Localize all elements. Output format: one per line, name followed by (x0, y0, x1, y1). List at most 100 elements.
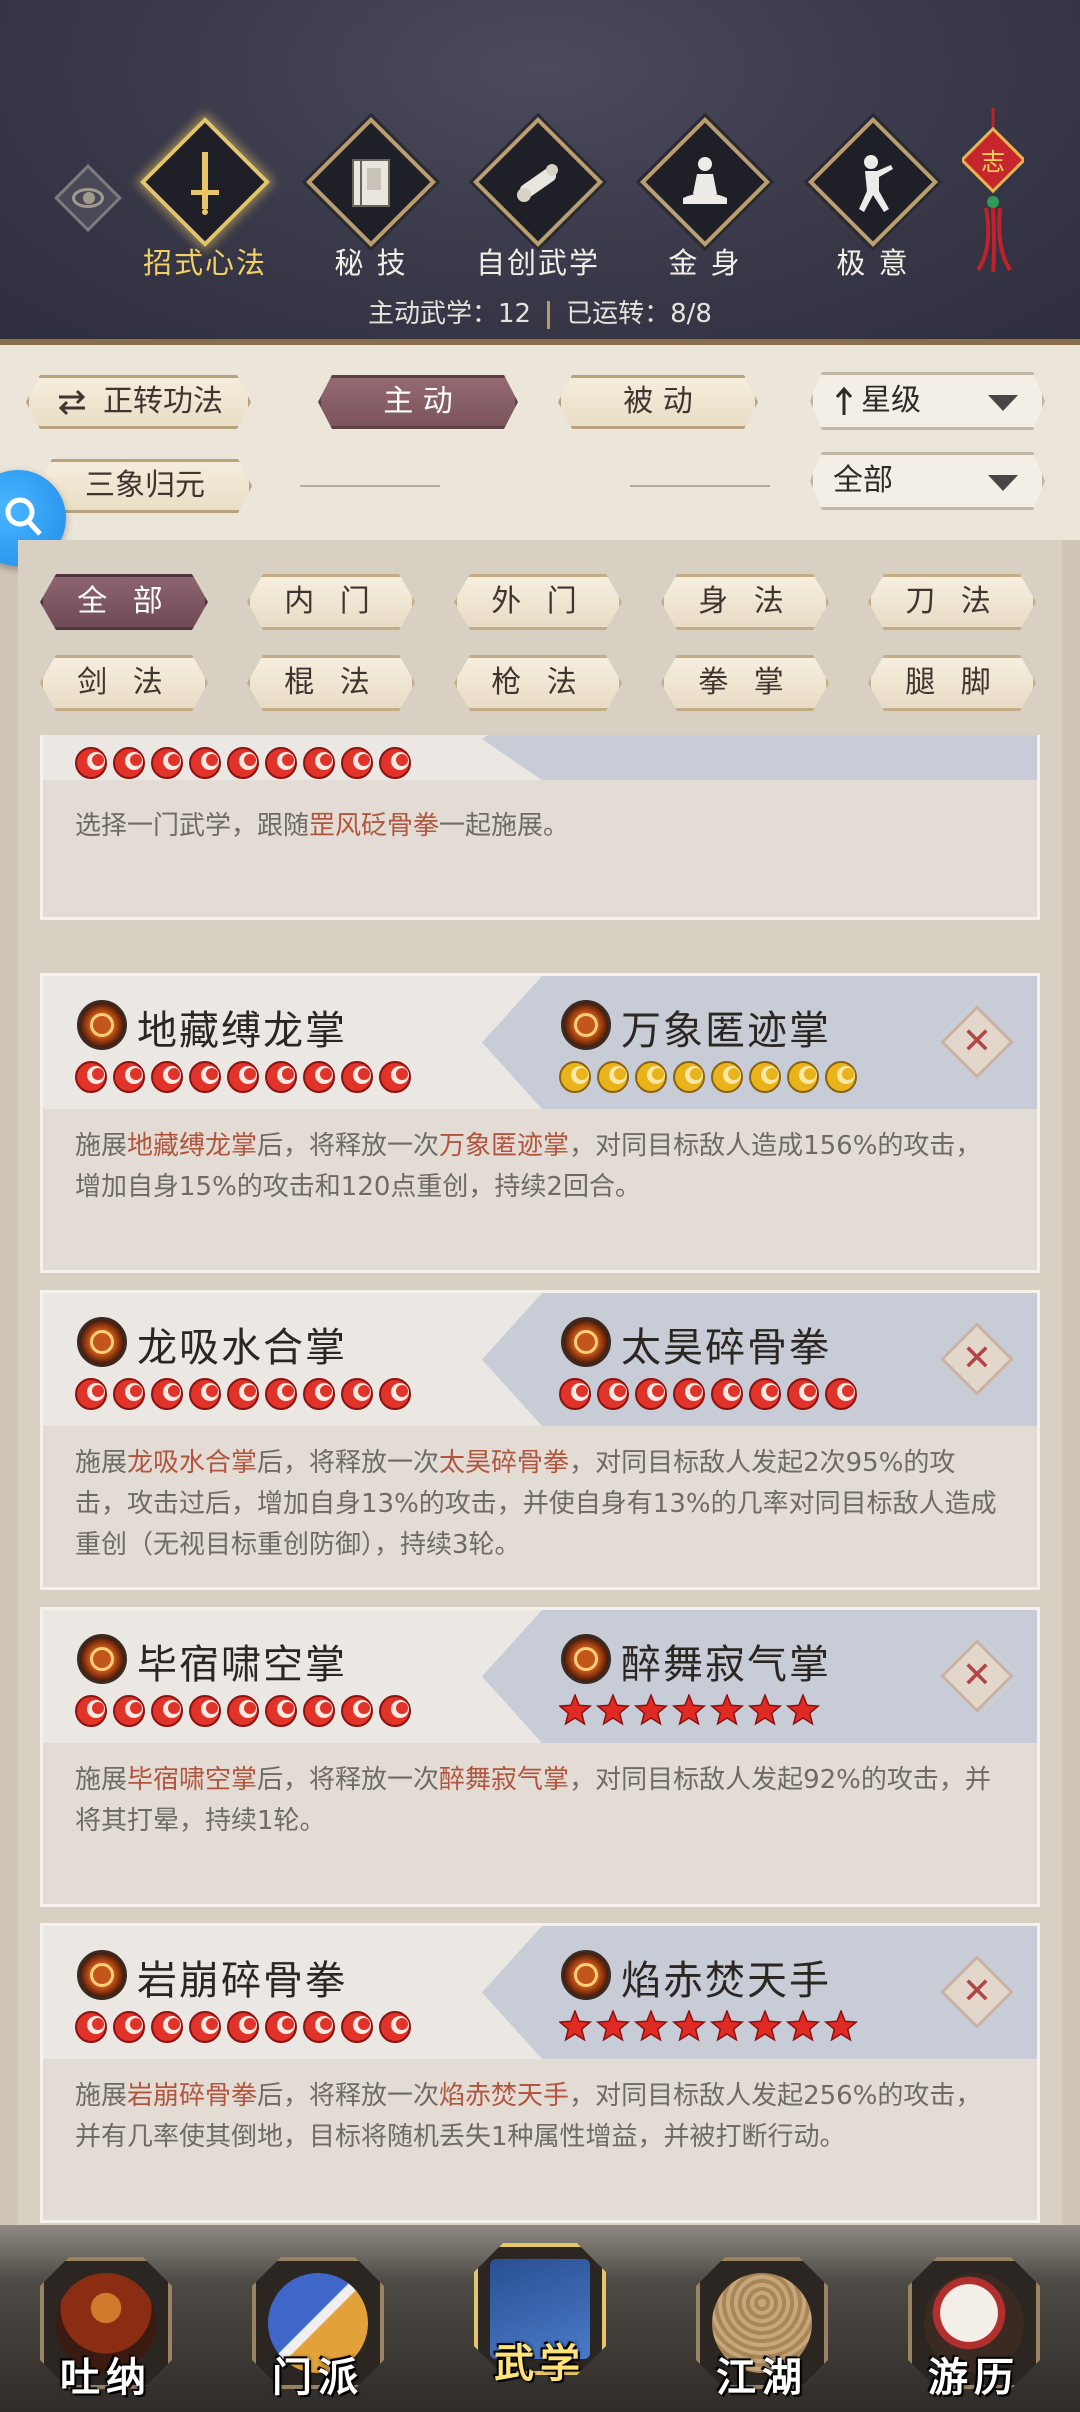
nav-label: 门派 (272, 2355, 364, 2401)
chinese-knot-icon[interactable]: 志 (962, 108, 1024, 278)
divider (630, 485, 770, 487)
combo-description: 施展地藏缚龙掌后，将释放一次万象匿迹掌，对同目标敌人造成156%的攻击，增加自身… (75, 1126, 997, 1208)
chevron-down-icon (988, 395, 1018, 411)
sort-dropdown[interactable]: 星级 (810, 372, 1045, 430)
fire-rating (75, 1378, 411, 1410)
fire-icon (379, 2011, 411, 2043)
star-icon (671, 2010, 707, 2042)
fire-icon (303, 1695, 335, 1727)
fire-icon (635, 1378, 667, 1410)
mode-passive-tab[interactable]: 被 动 (558, 375, 758, 429)
star-icon (823, 2010, 859, 2042)
fire-icon (379, 1695, 411, 1727)
category-movement[interactable]: 身 法 (661, 574, 829, 630)
tab-label: 金 身 (668, 246, 742, 280)
description-text: 后，将释放一次 (257, 1765, 440, 1795)
skill-name-highlight: 罡风砭骨拳 (309, 811, 440, 841)
eye-toggle-button[interactable] (54, 164, 122, 232)
nav-jianghu[interactable]: 江湖 (696, 2247, 828, 2401)
category-panel: 全 部 内 门 外 门 身 法 刀 法 剑 法 棍 法 枪 法 拳 掌 腿 脚 (18, 540, 1062, 735)
skill-combo-card: 岩崩碎骨拳 焰赤焚天手 ✕ 施展岩崩碎骨拳后，将释放一次焰赤焚天手，对同目标敌人… (40, 1923, 1040, 2223)
close-icon: ✕ (961, 1338, 993, 1379)
tab-self-created[interactable]: 自创武学 (470, 116, 606, 280)
nav-travel[interactable]: 游历 (908, 2247, 1040, 2401)
svg-text:志: 志 (981, 148, 1005, 176)
skill-name-highlight: 龙吸水合掌 (127, 1448, 258, 1478)
description-text: 后，将释放一次 (257, 1131, 440, 1161)
fire-icon (113, 2011, 145, 2043)
fire-icon (227, 1061, 259, 1093)
category-fist-palm[interactable]: 拳 掌 (661, 655, 829, 711)
sword-icon (191, 152, 219, 215)
tab-label: 秘 技 (334, 246, 408, 280)
fire-icon (303, 1378, 335, 1410)
nav-label: 游历 (928, 2355, 1020, 2401)
remove-combo-button[interactable]: ✕ (940, 1955, 1014, 2029)
tab-secret-skills[interactable]: 秘 技 (303, 116, 439, 280)
left-skill-name: 岩崩碎骨拳 (137, 1958, 347, 2004)
skill-name-highlight: 岩崩碎骨拳 (127, 2081, 258, 2111)
sort-label: 星级 (861, 383, 921, 418)
remove-combo-button[interactable]: ✕ (940, 1005, 1014, 1079)
skill-combo-list[interactable]: 选择一门武学，跟随罡风砭骨拳一起施展。 地藏缚龙掌 万象匿迹掌 ✕ 施展地藏缚龙… (18, 735, 1062, 2225)
category-outer[interactable]: 外 门 (454, 574, 622, 630)
category-saber[interactable]: 刀 法 (868, 574, 1036, 630)
nav-sect[interactable]: 门派 (252, 2247, 384, 2401)
fire-rating (559, 1378, 857, 1410)
remove-combo-button[interactable]: ✕ (940, 1639, 1014, 1713)
scope-dropdown[interactable]: 全部 (810, 452, 1045, 510)
skill-medal-icon (77, 1317, 127, 1367)
tab-moves-heart-method[interactable]: 招式心法 (137, 116, 273, 280)
fire-rating (75, 747, 411, 779)
category-inner[interactable]: 内 门 (247, 574, 415, 630)
description-text: 选择一门武学，跟随 (75, 811, 310, 841)
skill-medal-icon (561, 1950, 611, 2000)
fire-icon (75, 1061, 107, 1093)
combo-description: 施展岩崩碎骨拳后，将释放一次焰赤焚天手，对同目标敌人发起256%的攻击，并有几率… (75, 2076, 997, 2158)
fire-icon (113, 747, 145, 779)
description-text: 施展 (75, 2081, 128, 2111)
close-icon: ✕ (961, 1021, 993, 1062)
swap-arrows-icon (55, 388, 89, 416)
active-skill-count: 主动武学：12 (368, 299, 532, 329)
tab-ultimate-intent[interactable]: 极 意 (805, 116, 941, 280)
meditation-icon (683, 157, 727, 204)
category-all[interactable]: 全 部 (40, 574, 208, 630)
tab-label: 极 意 (836, 246, 910, 280)
search-icon (5, 497, 42, 536)
fire-icon (227, 1695, 259, 1727)
rotate-method-button[interactable]: 正转功法 (26, 375, 251, 429)
nav-martial-arts[interactable]: 武学 (474, 2233, 606, 2387)
description-text: 一起施展。 (439, 811, 570, 841)
right-skill-name: 万象匿迹掌 (621, 1008, 831, 1054)
skill-name-highlight: 万象匿迹掌 (439, 1131, 570, 1161)
fire-icon (265, 1061, 297, 1093)
combo-button[interactable]: 三象归元 (38, 459, 252, 513)
remove-combo-button[interactable]: ✕ (940, 1322, 1014, 1396)
book-icon (352, 159, 390, 207)
star-icon (633, 1694, 669, 1726)
skill-combo-card: 毕宿啸空掌 醉舞寂气掌 ✕ 施展毕宿啸空掌后，将释放一次醉舞寂气掌，对同目标敌人… (40, 1607, 1040, 1907)
description-text: 后，将释放一次 (257, 1448, 440, 1478)
category-sword[interactable]: 剑 法 (40, 655, 208, 711)
star-icon (747, 2010, 783, 2042)
category-legs[interactable]: 腿 脚 (868, 655, 1036, 711)
skill-name-highlight: 毕宿啸空掌 (127, 1765, 258, 1795)
tab-golden-body[interactable]: 金 身 (637, 116, 773, 280)
star-icon (785, 2010, 821, 2042)
fire-icon (711, 1378, 743, 1410)
skill-combo-card: 选择一门武学，跟随罡风砭骨拳一起施展。 (40, 735, 1040, 920)
category-spear[interactable]: 枪 法 (454, 655, 622, 711)
left-skill-name: 地藏缚龙掌 (137, 1008, 347, 1054)
top-header: 招式心法 秘 技 自创武学 金 身 极 意 志 主动武学：12 已运转：8/8 (0, 0, 1080, 345)
fire-icon (189, 1695, 221, 1727)
right-skill-name: 焰赤焚天手 (621, 1958, 831, 2004)
mode-active-tab[interactable]: 主 动 (318, 375, 518, 429)
category-staff[interactable]: 棍 法 (247, 655, 415, 711)
nav-meditate[interactable]: 吐纳 (40, 2247, 172, 2401)
fire-icon (151, 1378, 183, 1410)
moon-icon (825, 1061, 857, 1093)
fire-icon (303, 2011, 335, 2043)
moon-icon (749, 1061, 781, 1093)
moon-icon (597, 1061, 629, 1093)
